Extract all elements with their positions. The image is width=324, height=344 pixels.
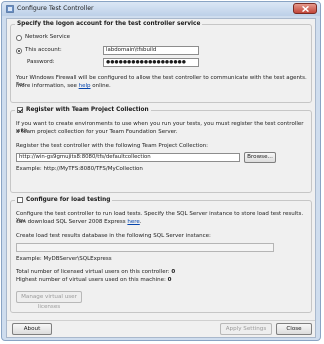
password-input[interactable]: ●●●●●●●●●●●●●●●●●●● (103, 58, 199, 67)
firewall-text-suffix: online. (92, 83, 111, 89)
dialog-body: Specify the logon account for the test c… (6, 18, 316, 338)
this-account-radio[interactable] (16, 47, 22, 54)
register-heading-text: Register with Team Project Collection (26, 107, 149, 113)
licensed-users-value: 0 (171, 269, 176, 275)
apply-settings-button[interactable]: Apply Settings (220, 323, 272, 335)
register-checkbox[interactable] (17, 107, 23, 113)
this-account-label: This account: (25, 47, 62, 53)
this-account-option[interactable]: This account: (16, 47, 62, 54)
load-heading[interactable]: Configure for load testing (15, 197, 113, 203)
register-heading[interactable]: Register with Team Project Collection (15, 107, 151, 113)
load-desc-suffix: . (139, 219, 142, 225)
title-bar: Configure Test Controller (2, 2, 320, 16)
logon-group: Specify the logon account for the test c… (10, 21, 312, 103)
licensed-users-label: Total number of licensed virtual users o… (16, 269, 170, 275)
firewall-text-line2: more information, see help online. (16, 83, 111, 90)
load-heading-text: Configure for load testing (26, 197, 111, 203)
register-example: Example: http://MyTFS:8080/TFS/MyCollect… (16, 166, 143, 172)
network-service-radio[interactable] (16, 34, 22, 41)
sql-instance-input[interactable] (16, 243, 274, 252)
window-title: Configure Test Controller (17, 5, 94, 12)
load-testing-checkbox[interactable] (17, 197, 23, 203)
load-testing-group: Configure for load testing Configure the… (10, 197, 312, 313)
footer-divider (7, 320, 315, 321)
close-icon (302, 6, 309, 12)
password-label: Password: (27, 59, 55, 65)
load-desc-line2: can download SQL Server 2008 Express her… (16, 219, 142, 226)
network-service-label: Network Service (25, 34, 71, 40)
configure-test-controller-window: Configure Test Controller Specify the lo… (1, 1, 321, 341)
db-example: Example: MyDBServer\SQLExpress (16, 256, 112, 262)
logon-heading: Specify the logon account for the test c… (15, 21, 203, 27)
register-desc-line2: a team project collection for your Team … (16, 129, 178, 135)
highest-users-label: Highest number of virtual users used on … (16, 277, 166, 283)
browse-button[interactable]: Browse... (244, 152, 276, 163)
load-desc-prefix: can download SQL Server 2008 Express (16, 219, 126, 225)
register-field-label: Register the test controller with the fo… (16, 143, 209, 149)
db-instance-label: Create load test results database in the… (16, 233, 211, 239)
close-button[interactable]: Close (276, 323, 312, 335)
licensed-users-row: Total number of licensed virtual users o… (16, 269, 175, 276)
network-service-option[interactable]: Network Service (16, 34, 70, 41)
register-group: Register with Team Project Collection If… (10, 107, 312, 193)
about-button[interactable]: About (12, 323, 52, 335)
help-link[interactable]: help (79, 83, 91, 89)
highest-users-row: Highest number of virtual users used on … (16, 277, 171, 284)
app-icon (6, 5, 14, 13)
highest-users-value: 0 (167, 277, 172, 283)
account-input[interactable]: labdomain\tfsbuild (103, 46, 199, 55)
collection-url-input[interactable]: http://win-gs9gmujits8:8080/tfs/defaultc… (16, 153, 240, 162)
sql-express-link[interactable]: here (127, 219, 139, 225)
logon-heading-text: Specify the logon account for the test c… (17, 21, 201, 27)
firewall-text-prefix: more information, see (16, 83, 77, 89)
manage-licenses-button[interactable]: Manage virtual user licenses (16, 291, 82, 310)
window-close-button[interactable] (293, 3, 317, 14)
